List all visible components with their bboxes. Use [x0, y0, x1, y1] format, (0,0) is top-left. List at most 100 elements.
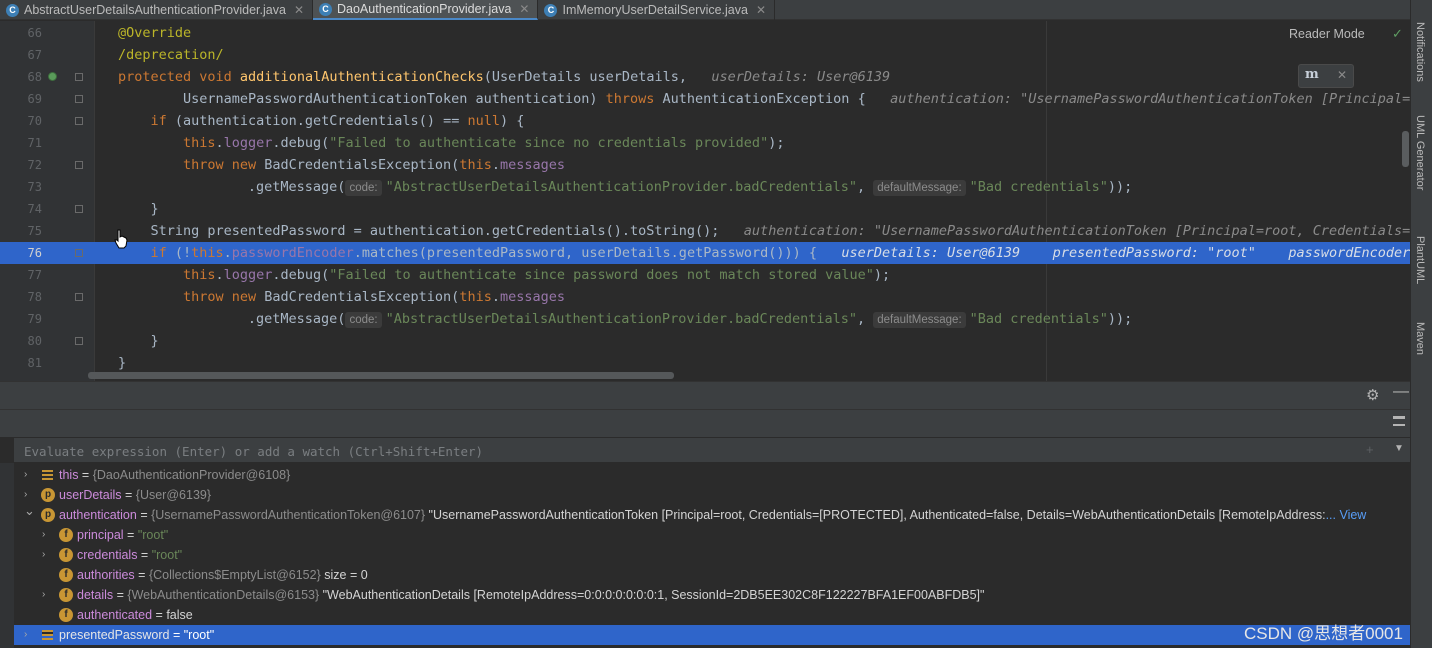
line-number: 74: [27, 202, 42, 216]
evaluate-expression-field[interactable]: Evaluate expression (Enter) or add a wat…: [14, 437, 1410, 463]
close-tab-icon[interactable]: ✕: [756, 3, 766, 17]
horizontal-scrollbar[interactable]: [88, 372, 674, 379]
code-editor[interactable]: 66 @Override 67/deprecation/68 protected vo…: [0, 21, 1410, 381]
line-number: 79: [27, 312, 42, 326]
tab-label: DaoAuthenticationProvider.java: [337, 2, 512, 16]
variable-value: =: [136, 508, 152, 522]
parameter-icon: p: [41, 508, 55, 522]
override-marker-icon[interactable]: [48, 72, 57, 81]
variable-value: "UsernamePasswordAuthenticationToken [Pr…: [428, 508, 1326, 522]
code-token: .: [215, 135, 224, 151]
fold-marker-icon[interactable]: [75, 73, 83, 81]
fold-marker-icon[interactable]: [75, 161, 83, 169]
variable-row[interactable]: › f details = {WebAuthenticationDetails@61…: [14, 585, 1410, 605]
variable-row[interactable]: f authorities = {Collections$EmptyList@61…: [14, 565, 1410, 585]
fold-marker-icon[interactable]: [75, 117, 83, 125]
variable-name: details: [77, 588, 114, 602]
code-token: );: [873, 267, 891, 283]
fold-marker-icon[interactable]: [75, 205, 83, 213]
close-tab-icon[interactable]: ✕: [519, 2, 529, 16]
tab-label: AbstractUserDetailsAuthenticationProvide…: [24, 3, 286, 17]
variable-text: this = {DaoAuthenticationProvider@6108}: [59, 465, 290, 485]
code-token: this: [191, 245, 224, 261]
tab-2[interactable]: C DaoAuthenticationProvider.java ✕: [313, 0, 539, 20]
collapse-arrow-icon[interactable]: ⌄: [24, 501, 35, 521]
line-number: 77: [27, 268, 42, 282]
code-text: if (authentication.getCredentials() == n…: [150, 110, 524, 132]
code-line: 74}: [0, 198, 1410, 220]
variable-row[interactable]: f authenticated = false: [14, 605, 1410, 625]
variable-value: =: [121, 488, 136, 502]
variable-row[interactable]: › p userDetails = {User@6139}: [14, 485, 1410, 505]
variable-value: {Collections$EmptyList@6152}: [148, 568, 321, 582]
expand-arrow-icon[interactable]: ›: [42, 545, 45, 565]
close-tab-icon[interactable]: ✕: [294, 3, 304, 17]
variable-name: credentials: [77, 548, 138, 562]
code-token: throws: [605, 91, 663, 107]
code-line: 66 @Override: [0, 22, 1410, 44]
tool-plantuml[interactable]: PlantUML: [1414, 236, 1426, 284]
code-line: 81}: [0, 352, 1410, 374]
tab-1[interactable]: C AbstractUserDetailsAuthenticationProvid…: [0, 0, 313, 20]
variable-text: details = {WebAuthenticationDetails@6153…: [77, 585, 984, 605]
expand-arrow-icon[interactable]: ›: [42, 585, 45, 605]
tool-maven[interactable]: Maven: [1414, 322, 1426, 355]
code-line: 77 this.logger.debug("Failed to authentic…: [0, 264, 1410, 286]
variable-row[interactable]: › presentedPassword = "root": [14, 625, 1410, 645]
code-text: }: [150, 198, 158, 220]
expand-arrow-icon[interactable]: ›: [42, 525, 45, 545]
expand-arrow-icon[interactable]: ›: [24, 465, 27, 485]
variable-row[interactable]: › f credentials = "root": [14, 545, 1410, 565]
settings-gear-icon[interactable]: ⚙: [1366, 386, 1379, 404]
line-number: 68: [27, 70, 42, 84]
fold-marker-icon[interactable]: [75, 293, 83, 301]
code-text: String presentedPassword = authenticatio…: [150, 220, 1410, 242]
code-token: messages: [499, 157, 565, 173]
line-number: 70: [27, 114, 42, 128]
java-class-icon: C: [319, 2, 332, 16]
code-text: .getMessage(code: "AbstractUserDetailsAut…: [248, 308, 1132, 330]
fold-marker-icon[interactable]: [75, 249, 83, 257]
code-line: 68 protected void additionalAuthenticatio…: [0, 66, 1410, 88]
java-class-icon: C: [544, 3, 558, 17]
add-watch-icon[interactable]: +: [1366, 442, 1374, 457]
code-line: 69 UsernamePasswordAuthenticationToken au…: [0, 88, 1410, 110]
variable-value: "WebAuthenticationDetails [RemoteIpAddre…: [322, 588, 985, 602]
code-token: logger: [223, 135, 273, 151]
code-token: if: [150, 113, 175, 129]
variable-value: {UsernamePasswordAuthenticationToken@610…: [151, 508, 429, 522]
layout-icon[interactable]: [1393, 416, 1405, 426]
reader-mode-toggle[interactable]: Reader Mode: [1289, 27, 1365, 41]
vertical-scrollbar[interactable]: [1402, 131, 1409, 167]
variable-row[interactable]: › this = {DaoAuthenticationProvider@6108}: [14, 465, 1410, 485]
variable-row[interactable]: ⌄ p authentication = {UsernamePasswordAuth…: [14, 503, 1410, 525]
variable-text: credentials = "root": [77, 545, 182, 565]
variable-row[interactable]: › f principal = "root": [14, 525, 1410, 545]
code-token: protected void: [118, 69, 240, 85]
tab-label: ImMemoryUserDetailService.java: [562, 3, 748, 17]
close-icon[interactable]: ✕: [1337, 68, 1347, 82]
fold-marker-icon[interactable]: [75, 95, 83, 103]
code-text: UsernamePasswordAuthenticationToken auth…: [183, 88, 1410, 110]
maven-reload-popup[interactable]: m ✕: [1298, 64, 1354, 88]
java-class-icon: C: [6, 3, 19, 17]
line-number: 72: [27, 158, 42, 172]
fold-marker-icon[interactable]: [75, 337, 83, 345]
inspection-ok-icon[interactable]: ✓: [1392, 26, 1403, 42]
tool-notifications[interactable]: Notifications: [1414, 22, 1426, 82]
code-token: "Bad credentials": [969, 179, 1108, 195]
dropdown-icon[interactable]: ▼: [1394, 443, 1404, 454]
view-link[interactable]: ... View: [1326, 508, 1367, 522]
tool-uml-generator[interactable]: UML Generator: [1414, 115, 1426, 190]
debug-toolbar: [0, 409, 1410, 437]
maven-icon[interactable]: m: [1305, 67, 1319, 82]
mouse-pointer-icon: [114, 229, 128, 249]
expand-arrow-icon[interactable]: ›: [24, 625, 27, 645]
minimize-icon[interactable]: —: [1393, 383, 1409, 401]
variable-value: size = 0: [320, 568, 368, 582]
code-token: ,: [857, 311, 874, 327]
code-text: throw new BadCredentialsException(this.m…: [183, 154, 565, 176]
code-token: BadCredentialsException(: [264, 157, 460, 173]
tab-3[interactable]: C ImMemoryUserDetailService.java ✕: [538, 0, 776, 20]
line-number: 73: [27, 180, 42, 194]
